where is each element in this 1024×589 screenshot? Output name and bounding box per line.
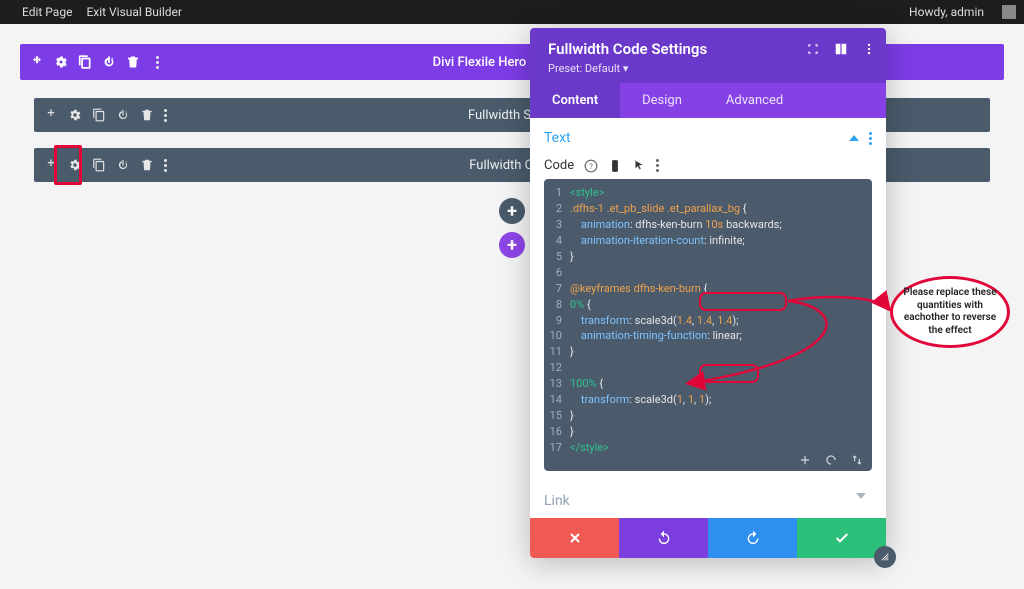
code-line[interactable]: 1<style> [544, 185, 872, 201]
code-line[interactable]: 16} [544, 424, 872, 440]
trash-icon[interactable] [140, 158, 154, 172]
code-line[interactable]: 3 animation: dfhs-ken-burn 10s backwards… [544, 217, 872, 233]
svg-text:?: ? [589, 161, 593, 170]
tab-content[interactable]: Content [530, 83, 620, 118]
more-icon[interactable] [164, 159, 167, 172]
annotation-callout: Please replace these quantities with eac… [890, 276, 1018, 354]
gear-icon[interactable] [68, 108, 82, 122]
duplicate-icon[interactable] [92, 108, 106, 122]
panel-header: Fullwidth Code Settings Preset: Default … [530, 28, 886, 83]
admin-bar: Edit Page Exit Visual Builder Howdy, adm… [0, 0, 1024, 24]
exit-builder-link[interactable]: Exit Visual Builder [86, 5, 182, 19]
code-line[interactable]: 13100% { [544, 376, 872, 392]
group-text[interactable]: Text [544, 126, 872, 150]
group-text-label: Text [544, 130, 571, 146]
gear-icon[interactable] [54, 55, 68, 69]
move-icon[interactable] [30, 55, 44, 69]
group-link-label: Link [544, 493, 570, 509]
code-line[interactable]: 10 animation-timing-function: linear; [544, 328, 872, 344]
more-icon[interactable] [869, 132, 872, 145]
more-icon[interactable] [656, 159, 659, 172]
settings-panel: Fullwidth Code Settings Preset: Default … [530, 28, 886, 558]
add-row-button[interactable]: + [499, 198, 525, 224]
trash-icon[interactable] [126, 55, 140, 69]
sync-icon[interactable] [824, 453, 838, 467]
code-label: Code [544, 158, 574, 173]
power-icon[interactable] [116, 108, 130, 122]
howdy-link[interactable]: Howdy, admin [909, 5, 984, 19]
code-line[interactable]: 4 animation-iteration-count: infinite; [544, 233, 872, 249]
code-line[interactable]: 5} [544, 249, 872, 265]
cursor-icon[interactable] [632, 159, 646, 173]
preset-label[interactable]: Preset: Default ▾ [548, 62, 868, 75]
code-line[interactable]: 11} [544, 344, 872, 360]
code-line[interactable]: 80% { [544, 297, 872, 313]
help-icon[interactable]: ? [584, 159, 598, 173]
code-line[interactable]: 12 [544, 360, 872, 376]
resize-handle[interactable] [874, 546, 896, 568]
collapse-icon[interactable] [849, 135, 859, 141]
panel-footer [530, 518, 886, 558]
more-icon[interactable] [150, 55, 164, 69]
tab-design[interactable]: Design [620, 83, 704, 118]
gear-icon[interactable] [68, 158, 82, 172]
chevron-down-icon [856, 493, 866, 499]
save-button[interactable] [797, 518, 886, 558]
move-icon[interactable] [44, 158, 58, 172]
undo-button[interactable] [619, 518, 708, 558]
columns-icon[interactable] [834, 42, 848, 56]
power-icon[interactable] [116, 158, 130, 172]
group-link[interactable]: Link [544, 493, 872, 509]
phone-icon[interactable] [608, 159, 622, 173]
power-icon[interactable] [102, 55, 116, 69]
trash-icon[interactable] [140, 108, 154, 122]
duplicate-icon[interactable] [78, 55, 92, 69]
cancel-button[interactable] [530, 518, 619, 558]
code-line[interactable]: 14 transform: scale3d(1, 1, 1); [544, 392, 872, 408]
more-icon[interactable] [164, 109, 167, 122]
edit-page-link[interactable]: Edit Page [22, 5, 72, 19]
tab-advanced[interactable]: Advanced [704, 83, 805, 118]
code-line[interactable]: 2.dfhs-1 .et_pb_slide .et_parallax_bg { [544, 201, 872, 217]
code-line[interactable]: 9 transform: scale3d(1.4, 1.4, 1.4); [544, 313, 872, 329]
code-editor[interactable]: 1<style>2.dfhs-1 .et_pb_slide .et_parall… [544, 179, 872, 471]
avatar[interactable] [1002, 5, 1016, 19]
code-line[interactable]: 15} [544, 408, 872, 424]
redo-button[interactable] [708, 518, 797, 558]
more-icon[interactable] [862, 42, 876, 56]
duplicate-icon[interactable] [92, 158, 106, 172]
move-icon[interactable] [44, 108, 58, 122]
updown-icon[interactable] [850, 453, 864, 467]
code-line[interactable]: 6 [544, 265, 872, 281]
add-section-button[interactable]: + [499, 232, 525, 258]
target-icon[interactable] [806, 42, 820, 56]
add-icon[interactable] [798, 453, 812, 467]
code-line[interactable]: 7@keyframes dfhs-ken-burn { [544, 281, 872, 297]
settings-tabs: Content Design Advanced [530, 83, 886, 118]
